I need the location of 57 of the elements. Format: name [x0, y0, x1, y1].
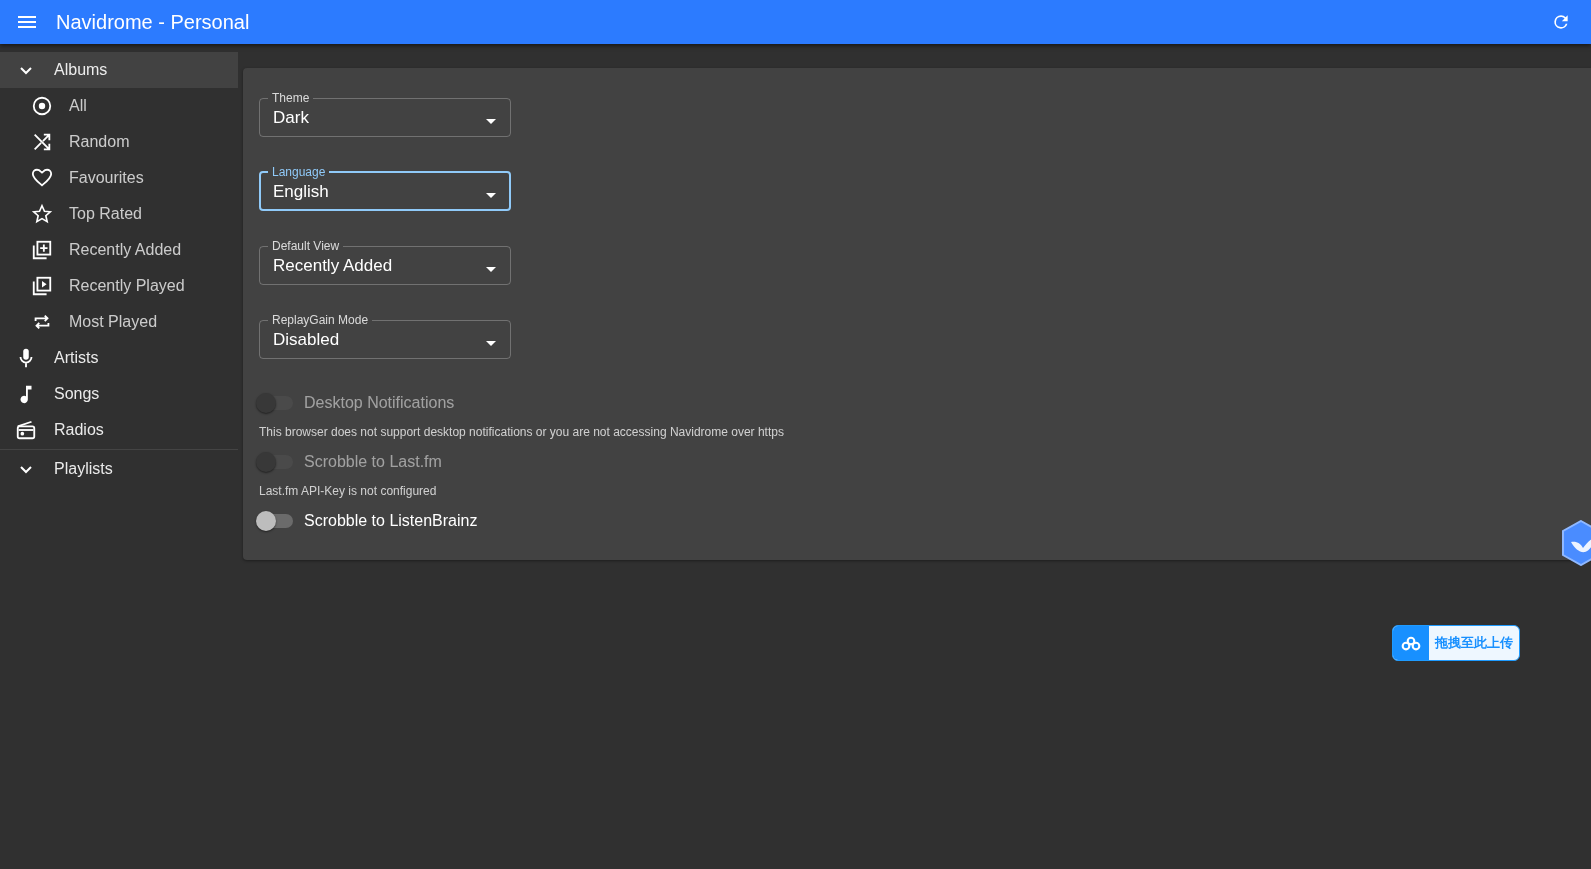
library-add-icon [31, 239, 53, 261]
sidebar-subitem[interactable]: Most Played [0, 304, 238, 340]
sidebar-item[interactable]: Playlists [0, 451, 238, 487]
select-field[interactable]: Theme Dark [259, 91, 511, 137]
helper-text: This browser does not support desktop notifications or you are not accessing Navidrome over https [259, 425, 785, 439]
sidebar-item-label: Albums [54, 61, 108, 79]
sidebar-item-label: Top Rated [69, 205, 142, 223]
sidebar-item[interactable]: Songs [0, 376, 238, 412]
toggle-switch[interactable] [257, 514, 293, 528]
shuffle-icon [31, 131, 53, 153]
menu-icon[interactable] [18, 16, 36, 28]
field-label: Language [271, 165, 327, 179]
sidebar-item-label: All [69, 97, 87, 115]
sidebar-item[interactable]: Albums [0, 52, 238, 88]
helper-text: Last.fm API-Key is not configured [259, 484, 438, 498]
sidebar-item-label: Favourites [69, 169, 144, 187]
caret-icon [486, 266, 496, 272]
sidebar-item-label: Recently Added [69, 241, 182, 259]
toggle-label: Scrobble to Last.fm [304, 453, 442, 471]
sidebar-subitem[interactable]: Recently Added [0, 232, 238, 268]
caret-icon [486, 118, 496, 124]
sidebar-subitem[interactable]: All [0, 88, 238, 124]
sidebar-item[interactable]: Radios [0, 412, 238, 448]
sidebar-item-label: Playlists [54, 460, 113, 478]
sidebar-item-label: Most Played [69, 313, 158, 331]
sidebar-item-label: Songs [54, 385, 100, 403]
app-title: Navidrome - Personal [56, 10, 251, 34]
select-field[interactable]: ReplayGain Mode Disabled [259, 313, 511, 359]
sidebar-item-label: Random [69, 133, 130, 151]
sidebar-item-label: Radios [54, 421, 104, 439]
sidebar-subitem[interactable]: Favourites [0, 160, 238, 196]
refresh-icon[interactable] [1551, 12, 1571, 32]
sidebar-subitem[interactable]: Top Rated [0, 196, 238, 232]
sidebar-subitem[interactable]: Recently Played [0, 268, 238, 304]
select-field[interactable]: Language English [259, 165, 511, 211]
toggle-label: Desktop Notifications [304, 394, 455, 412]
sidebar-item-label: Recently Played [69, 277, 185, 295]
disc-icon [31, 95, 53, 117]
field-value: Recently Added [273, 255, 394, 276]
cloud-icon [1401, 635, 1421, 651]
radio-icon [15, 419, 37, 441]
field-label: Theme [271, 91, 311, 105]
caret-icon [486, 340, 496, 346]
heart-icon [31, 167, 53, 189]
sidebar-item[interactable]: Artists [0, 340, 238, 376]
sidebar-subitem[interactable]: Random [0, 124, 238, 160]
toggle-label: Scrobble to ListenBrainz [304, 512, 478, 530]
field-value: Disabled [273, 329, 341, 350]
caret-icon [486, 192, 496, 198]
library-play-icon [31, 275, 53, 297]
field-value: Dark [273, 107, 310, 128]
field-label: ReplayGain Mode [271, 313, 370, 327]
star-icon [31, 203, 53, 225]
field-value: English [273, 181, 330, 202]
sidebar-item-label: Artists [54, 349, 99, 367]
select-field[interactable]: Default View Recently Added [259, 239, 511, 285]
field-label: Default View [271, 239, 341, 253]
